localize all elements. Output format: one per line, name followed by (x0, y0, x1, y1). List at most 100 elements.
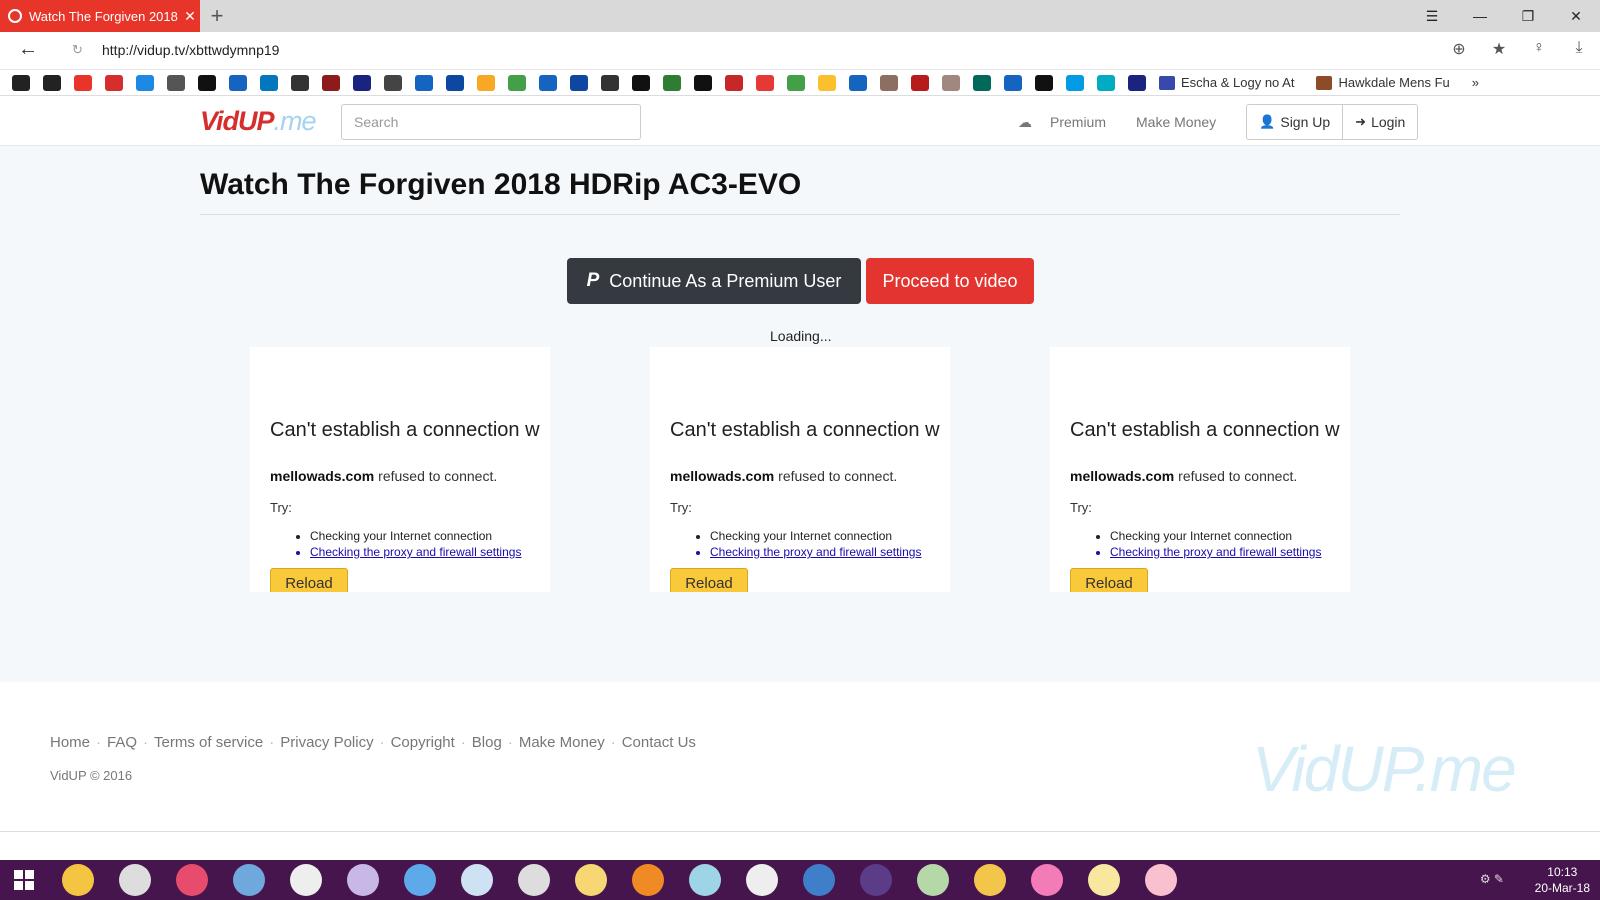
bookmark-favicon-icon[interactable] (818, 74, 836, 91)
bookmark-favicon-icon[interactable] (663, 74, 681, 91)
taskbar-app-icon[interactable] (404, 864, 436, 896)
bookmark-favicon-icon[interactable] (415, 74, 433, 91)
taskbar-app-icon[interactable] (632, 864, 664, 896)
bookmark-favicon-icon[interactable] (1097, 74, 1115, 91)
taskbar-app-icon[interactable] (689, 864, 721, 896)
taskbar-app-icon[interactable] (1145, 864, 1177, 896)
bookmark-favicon-icon[interactable] (353, 74, 371, 91)
tip-proxy-link[interactable]: Checking the proxy and firewall settings (710, 544, 921, 560)
bookmark-favicon-icon[interactable] (1128, 74, 1146, 91)
url-field[interactable]: http://vidup.tv/xbttwdymnp19 (102, 42, 279, 58)
bookmark-favicon-icon[interactable] (105, 74, 123, 91)
taskbar-app-icon[interactable] (575, 864, 607, 896)
footer-link[interactable]: Contact Us (622, 734, 696, 751)
bookmark-favicon-icon[interactable] (43, 74, 61, 91)
close-window-icon[interactable]: ✕ (1552, 0, 1600, 32)
taskbar-app-icon[interactable] (518, 864, 550, 896)
extension-icon[interactable]: ⊕ (1448, 39, 1470, 59)
bookmark-favicon-icon[interactable] (601, 74, 619, 91)
bookmark-favicon-icon[interactable] (477, 74, 495, 91)
taskbar-app-icon[interactable] (461, 864, 493, 896)
footer-link[interactable]: Copyright (391, 734, 455, 751)
bookmark-item[interactable]: Escha & Logy no At (1159, 75, 1294, 90)
vidup-logo[interactable]: VidUP.me (200, 106, 317, 137)
taskbar-app-icon[interactable] (347, 864, 379, 896)
bookmark-favicon-icon[interactable] (694, 74, 712, 91)
nav-premium-link[interactable]: Premium (1050, 114, 1106, 130)
footer-link[interactable]: Make Money (519, 734, 605, 751)
bookmark-favicon-icon[interactable] (384, 74, 402, 91)
menu-icon[interactable]: ☰ (1408, 0, 1456, 32)
bookmark-favicon-icon[interactable] (539, 74, 557, 91)
bookmark-favicon-icon[interactable] (632, 74, 650, 91)
bookmark-favicon-icon[interactable] (1035, 74, 1053, 91)
taskbar-app-icon[interactable] (974, 864, 1006, 896)
new-tab-icon[interactable]: + (205, 3, 229, 29)
taskbar-app-icon[interactable] (290, 864, 322, 896)
browser-tab-active[interactable]: Watch The Forgiven 2018 ✕ (0, 0, 200, 32)
bookmark-favicon-icon[interactable] (880, 74, 898, 91)
bookmark-favicon-icon[interactable] (725, 74, 743, 91)
back-arrow-icon[interactable]: ← (18, 38, 38, 61)
bookmark-favicon-icon[interactable] (260, 74, 278, 91)
bookmark-favicon-icon[interactable] (973, 74, 991, 91)
taskbar-app-icon[interactable] (860, 864, 892, 896)
bookmark-favicon-icon[interactable] (446, 74, 464, 91)
tip-proxy-link[interactable]: Checking the proxy and firewall settings (1110, 544, 1321, 560)
footer-link[interactable]: Blog (472, 734, 502, 751)
taskbar-app-icon[interactable] (176, 864, 208, 896)
search-input[interactable] (341, 104, 641, 140)
footer-link[interactable]: FAQ (107, 734, 137, 751)
taskbar-app-icon[interactable] (62, 864, 94, 896)
proceed-to-video-button[interactable]: Proceed to video (866, 258, 1034, 304)
taskbar-app-icon[interactable] (119, 864, 151, 896)
bookmark-favicon-icon[interactable] (756, 74, 774, 91)
bookmark-favicon-icon[interactable] (1066, 74, 1084, 91)
reload-button[interactable]: Reload (1070, 568, 1148, 592)
bookmark-favicon-icon[interactable] (198, 74, 216, 91)
taskbar-app-icon[interactable] (1031, 864, 1063, 896)
reload-button[interactable]: Reload (270, 568, 348, 592)
reload-button[interactable]: Reload (670, 568, 748, 592)
bookmark-favicon-icon[interactable] (787, 74, 805, 91)
nav-make-money-link[interactable]: Make Money (1136, 114, 1216, 130)
bookmark-favicon-icon[interactable] (849, 74, 867, 91)
restore-icon[interactable]: ❐ (1504, 0, 1552, 32)
tip-proxy-link[interactable]: Checking the proxy and firewall settings (310, 544, 521, 560)
bookmark-favicon-icon[interactable] (570, 74, 588, 91)
download-icon[interactable]: ⤓ (1568, 39, 1590, 59)
bookmark-favicon-icon[interactable] (508, 74, 526, 91)
bookmark-favicon-icon[interactable] (942, 74, 960, 91)
bookmark-favicon-icon[interactable] (229, 74, 247, 91)
footer-link[interactable]: Terms of service (154, 734, 263, 751)
minimize-icon[interactable]: — (1456, 0, 1504, 32)
taskbar-app-icon[interactable] (1088, 864, 1120, 896)
steam-tray-icon[interactable]: ⚙ ✎ (1480, 872, 1504, 886)
taskbar-app-icon[interactable] (233, 864, 265, 896)
signup-button[interactable]: 👤 Sign Up (1246, 104, 1344, 140)
bookmark-item[interactable]: Hawkdale Mens Fu (1316, 75, 1450, 90)
taskbar-app-icon[interactable] (917, 864, 949, 896)
reload-icon[interactable]: ↻ (72, 42, 83, 58)
bookmark-favicon-icon[interactable] (74, 74, 92, 91)
system-clock[interactable]: 10:13 20-Mar-18 (1535, 864, 1590, 896)
bookmark-favicon-icon[interactable] (322, 74, 340, 91)
login-button[interactable]: ➜ Login (1343, 104, 1419, 140)
bookmark-favicon-icon[interactable] (167, 74, 185, 91)
more-bookmarks-icon[interactable]: » (1472, 75, 1479, 90)
taskbar-app-icon[interactable] (746, 864, 778, 896)
bookmark-star-icon[interactable]: ★ (1488, 39, 1510, 59)
continue-premium-button[interactable]: P Continue As a Premium User (567, 258, 861, 304)
bookmark-favicon-icon[interactable] (911, 74, 929, 91)
taskbar-app-icon[interactable] (803, 864, 835, 896)
upload-cloud-icon[interactable]: ☁ (1010, 114, 1040, 131)
bookmark-favicon-icon[interactable] (291, 74, 309, 91)
footer-link[interactable]: Home (50, 734, 90, 751)
bookmark-favicon-icon[interactable] (1004, 74, 1022, 91)
close-tab-icon[interactable]: ✕ (180, 8, 200, 25)
bookmark-favicon-icon[interactable] (136, 74, 154, 91)
bookmark-favicon-icon[interactable] (12, 74, 30, 91)
windows-start-icon[interactable] (14, 870, 34, 890)
lightbulb-icon[interactable]: ♀ (1528, 39, 1550, 59)
footer-link[interactable]: Privacy Policy (280, 734, 373, 751)
